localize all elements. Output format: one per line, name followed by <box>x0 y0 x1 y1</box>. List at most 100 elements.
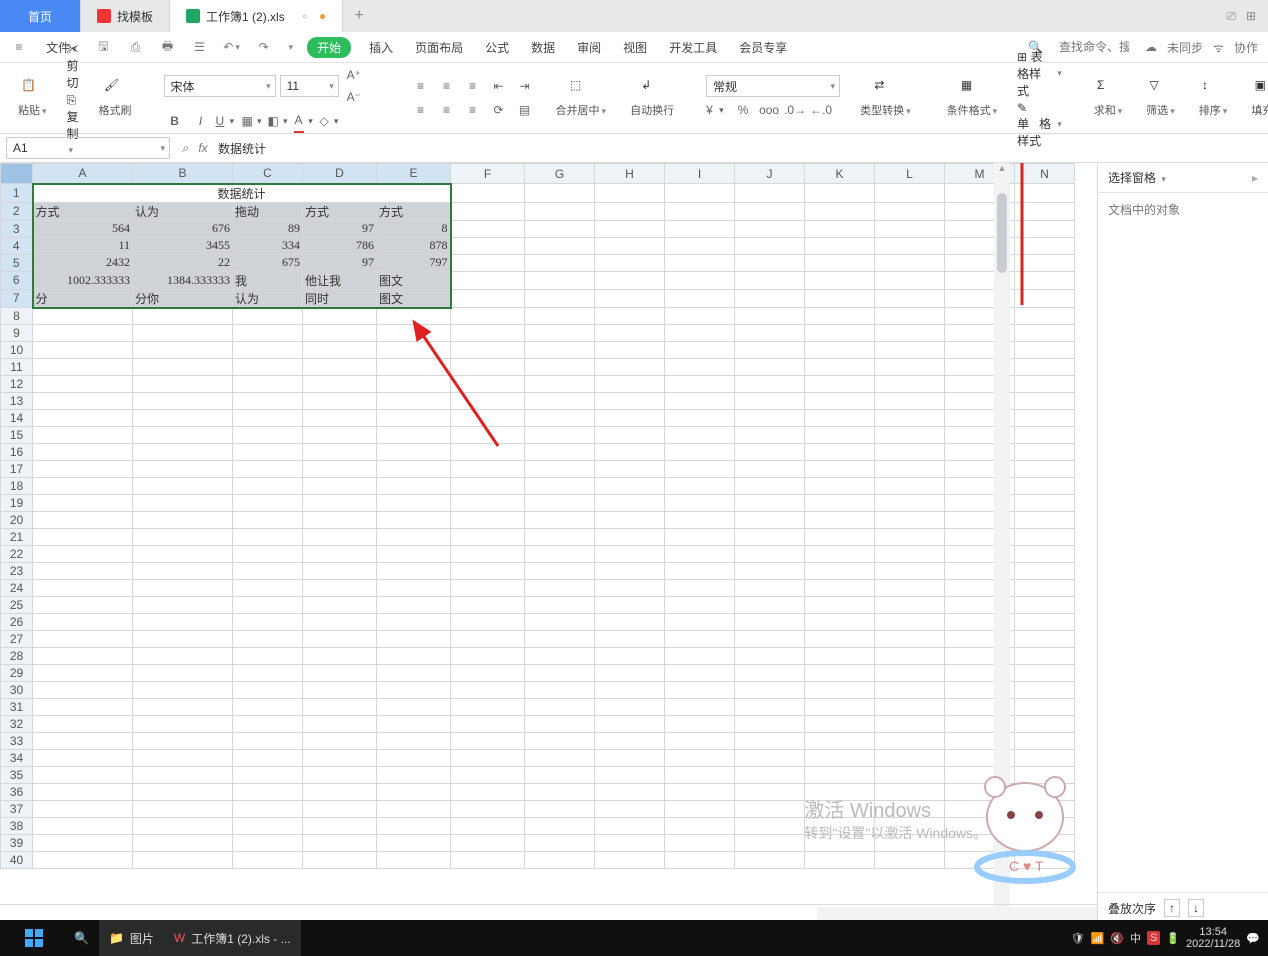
row-header-24[interactable]: 24 <box>1 580 33 597</box>
cell-C37[interactable] <box>233 801 303 818</box>
cell-B4[interactable]: 3455 <box>133 237 233 254</box>
cell-E19[interactable] <box>377 495 451 512</box>
cell-H12[interactable] <box>595 376 665 393</box>
cell-E23[interactable] <box>377 563 451 580</box>
cell-I17[interactable] <box>665 461 735 478</box>
cell-B38[interactable] <box>133 818 233 835</box>
cell-B21[interactable] <box>133 529 233 546</box>
cell-D29[interactable] <box>303 665 377 682</box>
cell-I28[interactable] <box>665 648 735 665</box>
cell-K20[interactable] <box>805 512 875 529</box>
row-header-20[interactable]: 20 <box>1 512 33 529</box>
cell-H8[interactable] <box>595 308 665 325</box>
cell-G31[interactable] <box>525 699 595 716</box>
cell-K13[interactable] <box>805 393 875 410</box>
col-header-F[interactable]: F <box>451 164 525 184</box>
size-combo[interactable]: 11 <box>280 75 339 97</box>
window-layout-icon[interactable]: ⎚ <box>1226 9 1236 24</box>
cell-E25[interactable] <box>377 597 451 614</box>
cell-B33[interactable] <box>133 733 233 750</box>
cell-E9[interactable] <box>377 325 451 342</box>
cell-I6[interactable] <box>665 271 735 289</box>
cell-L14[interactable] <box>875 410 945 427</box>
cell-J35[interactable] <box>735 767 805 784</box>
cell-F38[interactable] <box>451 818 525 835</box>
borders-button[interactable]: ▦▾ <box>242 110 264 132</box>
cell-I9[interactable] <box>665 325 735 342</box>
tab-review[interactable]: 审阅 <box>573 36 605 59</box>
cell-H26[interactable] <box>595 614 665 631</box>
cell-D9[interactable] <box>303 325 377 342</box>
cell-N16[interactable] <box>1015 444 1075 461</box>
italic-button[interactable]: I <box>190 110 212 132</box>
cell-B26[interactable] <box>133 614 233 631</box>
cell-A22[interactable] <box>33 546 133 563</box>
stack-down-icon[interactable]: ↓ <box>1188 899 1204 917</box>
cell-L6[interactable] <box>875 271 945 289</box>
cell-B3[interactable]: 676 <box>133 220 233 237</box>
cell-I8[interactable] <box>665 308 735 325</box>
cell-L5[interactable] <box>875 254 945 271</box>
cell-I12[interactable] <box>665 376 735 393</box>
cell-G17[interactable] <box>525 461 595 478</box>
cell-J1[interactable] <box>735 184 805 203</box>
cell-L24[interactable] <box>875 580 945 597</box>
cell-E33[interactable] <box>377 733 451 750</box>
cell-I33[interactable] <box>665 733 735 750</box>
fill-button[interactable]: ▣填充▾ <box>1247 76 1268 120</box>
cell-F33[interactable] <box>451 733 525 750</box>
pane-select-label[interactable]: 选择窗格 ▾ <box>1108 169 1166 186</box>
cell-L27[interactable] <box>875 631 945 648</box>
preview-icon[interactable]: ☰ <box>191 38 209 56</box>
cell-B18[interactable] <box>133 478 233 495</box>
cell-J9[interactable] <box>735 325 805 342</box>
cell-G26[interactable] <box>525 614 595 631</box>
indent-decrease-icon[interactable]: ⇤ <box>488 75 510 97</box>
cell-A6[interactable]: 1002.333333 <box>33 271 133 289</box>
cell-C38[interactable] <box>233 818 303 835</box>
cell-B5[interactable]: 22 <box>133 254 233 271</box>
cell-G8[interactable] <box>525 308 595 325</box>
cell-C28[interactable] <box>233 648 303 665</box>
cell-N32[interactable] <box>1015 716 1075 733</box>
cell-B10[interactable] <box>133 342 233 359</box>
cell-D5[interactable]: 97 <box>303 254 377 271</box>
cell-D27[interactable] <box>303 631 377 648</box>
cell-C27[interactable] <box>233 631 303 648</box>
cell-K24[interactable] <box>805 580 875 597</box>
cell-E12[interactable] <box>377 376 451 393</box>
cell-N8[interactable] <box>1015 308 1075 325</box>
cell-B11[interactable] <box>133 359 233 376</box>
cell-D15[interactable] <box>303 427 377 444</box>
cell-A29[interactable] <box>33 665 133 682</box>
cell-H3[interactable] <box>595 220 665 237</box>
cell-B39[interactable] <box>133 835 233 852</box>
cell-C7[interactable]: 认为 <box>233 289 303 308</box>
cell-D20[interactable] <box>303 512 377 529</box>
cell-K14[interactable] <box>805 410 875 427</box>
cell-D32[interactable] <box>303 716 377 733</box>
cell-I30[interactable] <box>665 682 735 699</box>
cell-A27[interactable] <box>33 631 133 648</box>
cell-F16[interactable] <box>451 444 525 461</box>
cell-I16[interactable] <box>665 444 735 461</box>
cell-K6[interactable] <box>805 271 875 289</box>
cell-K15[interactable] <box>805 427 875 444</box>
cell-E5[interactable]: 797 <box>377 254 451 271</box>
cell-F7[interactable] <box>451 289 525 308</box>
cell-N7[interactable] <box>1015 289 1075 308</box>
cell-A21[interactable] <box>33 529 133 546</box>
cell-E18[interactable] <box>377 478 451 495</box>
cell-E2[interactable]: 方式 <box>377 202 451 220</box>
cell-A34[interactable] <box>33 750 133 767</box>
cell-G21[interactable] <box>525 529 595 546</box>
cell-F19[interactable] <box>451 495 525 512</box>
cell-H32[interactable] <box>595 716 665 733</box>
cell-L11[interactable] <box>875 359 945 376</box>
cell-F32[interactable] <box>451 716 525 733</box>
tray-ime-icon[interactable]: 中 <box>1130 930 1141 946</box>
merge-center-button[interactable]: ⬚合并居中▾ <box>552 76 611 120</box>
align-left-icon[interactable]: ≡ <box>410 99 432 121</box>
cell-J33[interactable] <box>735 733 805 750</box>
cell-D39[interactable] <box>303 835 377 852</box>
